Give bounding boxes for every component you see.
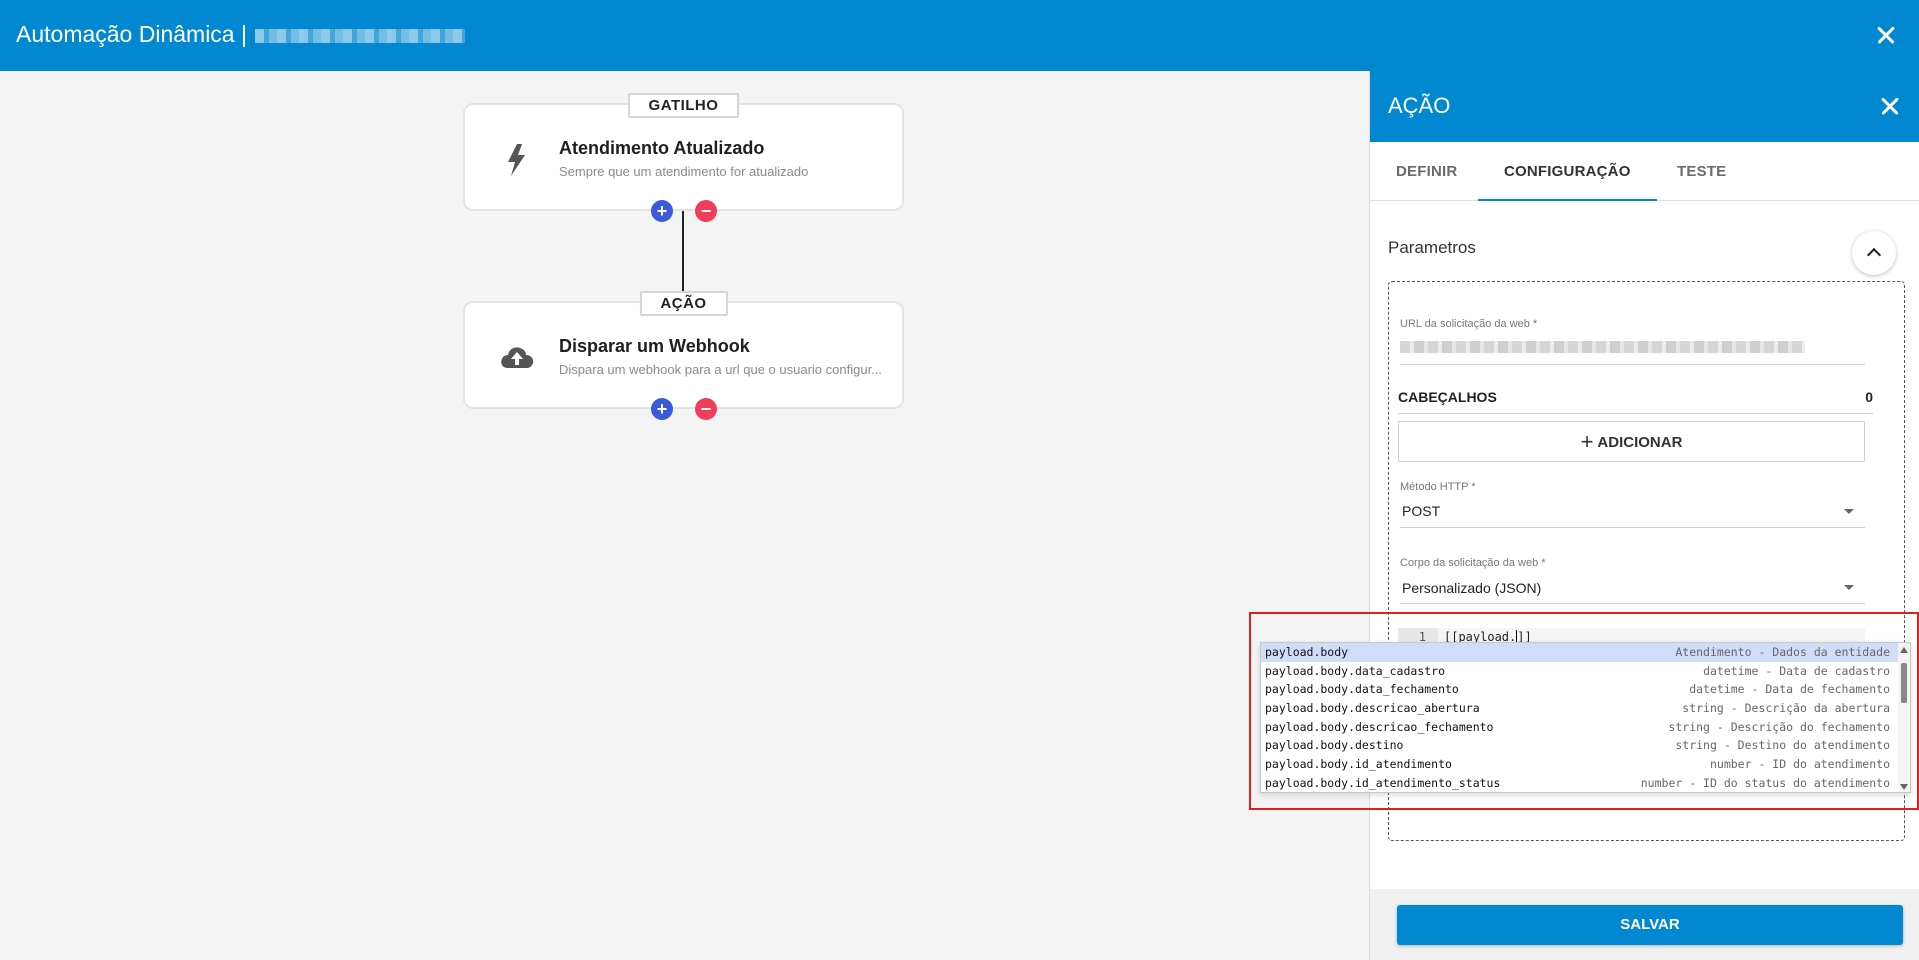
save-button[interactable]: SALVAR <box>1397 905 1903 945</box>
suggestion-name: payload.body.descricao_abertura <box>1265 701 1480 716</box>
dropdown-scrollbar[interactable] <box>1898 643 1910 792</box>
action-subtitle: Dispara um webhook para a url que o usua… <box>559 362 883 377</box>
chevron-down-icon <box>1844 585 1854 590</box>
add-header-label: ADICIONAR <box>1597 434 1683 451</box>
suggestion-detail: datetime - Data de fechamento <box>1689 682 1890 697</box>
tab-configuracao[interactable]: CONFIGURAÇÃO <box>1478 142 1657 201</box>
body-underline <box>1400 603 1865 604</box>
headers-row: CABEÇALHOS 0 <box>1398 389 1873 405</box>
suggestion-item[interactable]: payload.body.descricao_abertura string -… <box>1261 699 1910 718</box>
suggestion-item[interactable]: payload.body.id_atendimento_status numbe… <box>1261 774 1910 792</box>
suggestion-detail: number - ID do status do atendimento <box>1640 775 1890 790</box>
chevron-up-icon <box>1866 247 1882 263</box>
close-automation-button[interactable] <box>1869 18 1903 52</box>
suggestion-item[interactable]: payload.body.destino string - Destino do… <box>1261 736 1910 755</box>
url-label: URL da solicitação da web * <box>1400 318 1538 330</box>
suggestion-detail: string - Descrição da abertura <box>1682 701 1890 716</box>
suggestion-name: payload.body <box>1265 645 1349 659</box>
headers-count: 0 <box>1865 389 1873 405</box>
panel-title: AÇÃO <box>1388 93 1451 118</box>
cloud-upload-icon <box>497 338 537 378</box>
app-header: Automação Dinâmica | <box>0 0 1919 71</box>
suggestion-detail: string - Destino do atendimento <box>1675 738 1890 753</box>
headers-label: CABEÇALHOS <box>1398 389 1497 405</box>
flow-connector <box>682 211 684 291</box>
suggestion-name: payload.body.id_atendimento_status <box>1265 775 1501 790</box>
suggestion-detail: Atendimento - Dados da entidade <box>1675 645 1890 659</box>
suggestion-detail: number - ID do atendimento <box>1709 757 1890 772</box>
panel-header: AÇÃO <box>1370 71 1919 142</box>
add-header-button[interactable]: + ADICIONAR <box>1398 421 1865 462</box>
body-label: Corpo da solicitação da web * <box>1400 557 1546 569</box>
lightning-bolt-icon <box>497 140 537 180</box>
tab-definir[interactable]: DEFINIR <box>1370 142 1483 201</box>
url-underline <box>1400 364 1865 365</box>
trigger-subtitle: Sempre que um atendimento for atualizado <box>559 164 809 179</box>
body-type-select[interactable]: Personalizado (JSON) <box>1402 580 1541 596</box>
add-step-button[interactable]: + <box>651 398 673 420</box>
action-panel: AÇÃO DEFINIR CONFIGURAÇÃO TESTE Parametr… <box>1369 71 1919 960</box>
suggestion-name: payload.body.data_fechamento <box>1265 682 1459 697</box>
tab-teste[interactable]: TESTE <box>1651 142 1752 201</box>
suggestion-item[interactable]: payload.body Atendimento - Dados da enti… <box>1261 643 1910 662</box>
url-input[interactable] <box>1400 341 1805 353</box>
app-title: Automação Dinâmica | <box>16 21 247 47</box>
collapse-section-button[interactable] <box>1852 231 1896 275</box>
action-badge: AÇÃO <box>639 291 728 316</box>
suggestion-item[interactable]: payload.body.data_cadastro datetime - Da… <box>1261 662 1910 681</box>
headers-divider <box>1398 413 1873 414</box>
http-method-label: Método HTTP * <box>1400 481 1476 493</box>
suggestion-item[interactable]: payload.body.id_atendimento number - ID … <box>1261 755 1910 774</box>
scroll-up-icon[interactable] <box>1900 647 1908 653</box>
trigger-title: Atendimento Atualizado <box>559 138 765 158</box>
suggestion-detail: datetime - Data de cadastro <box>1703 663 1890 678</box>
trigger-badge: GATILHO <box>627 93 740 118</box>
section-title: Parametros <box>1388 238 1476 257</box>
close-icon <box>1869 18 1903 52</box>
suggestion-name: payload.body.destino <box>1265 738 1404 753</box>
add-step-button[interactable]: + <box>651 200 673 222</box>
close-panel-button[interactable] <box>1874 90 1906 122</box>
suggestion-detail: string - Descrição do fechamento <box>1668 719 1890 734</box>
plus-icon: + <box>1580 429 1594 454</box>
http-method-underline <box>1400 527 1865 528</box>
autocomplete-dropdown: payload.body Atendimento - Dados da enti… <box>1260 642 1911 793</box>
scrollbar-thumb[interactable] <box>1901 663 1907 703</box>
close-icon <box>1874 90 1906 122</box>
chevron-down-icon <box>1844 509 1854 514</box>
suggestion-name: payload.body.id_atendimento <box>1265 757 1452 772</box>
suggestion-item[interactable]: payload.body.data_fechamento datetime - … <box>1261 680 1910 699</box>
remove-step-button[interactable]: − <box>695 200 717 222</box>
redacted-automation-name <box>254 29 465 43</box>
remove-step-button[interactable]: − <box>695 398 717 420</box>
app-title-wrap: Automação Dinâmica | <box>16 21 465 48</box>
action-title: Disparar um Webhook <box>559 336 750 356</box>
suggestion-item[interactable]: payload.body.descricao_fechamento string… <box>1261 718 1910 737</box>
suggestion-name: payload.body.descricao_fechamento <box>1265 719 1494 734</box>
trigger-card[interactable]: GATILHO Atendimento Atualizado Sempre qu… <box>463 93 904 211</box>
scroll-down-icon[interactable] <box>1900 784 1908 790</box>
http-method-select[interactable]: POST <box>1402 503 1440 519</box>
suggestion-name: payload.body.data_cadastro <box>1265 663 1446 678</box>
panel-tabs: DEFINIR CONFIGURAÇÃO TESTE <box>1370 142 1919 201</box>
action-card[interactable]: AÇÃO Disparar um Webhook Dispara um webh… <box>463 291 904 409</box>
